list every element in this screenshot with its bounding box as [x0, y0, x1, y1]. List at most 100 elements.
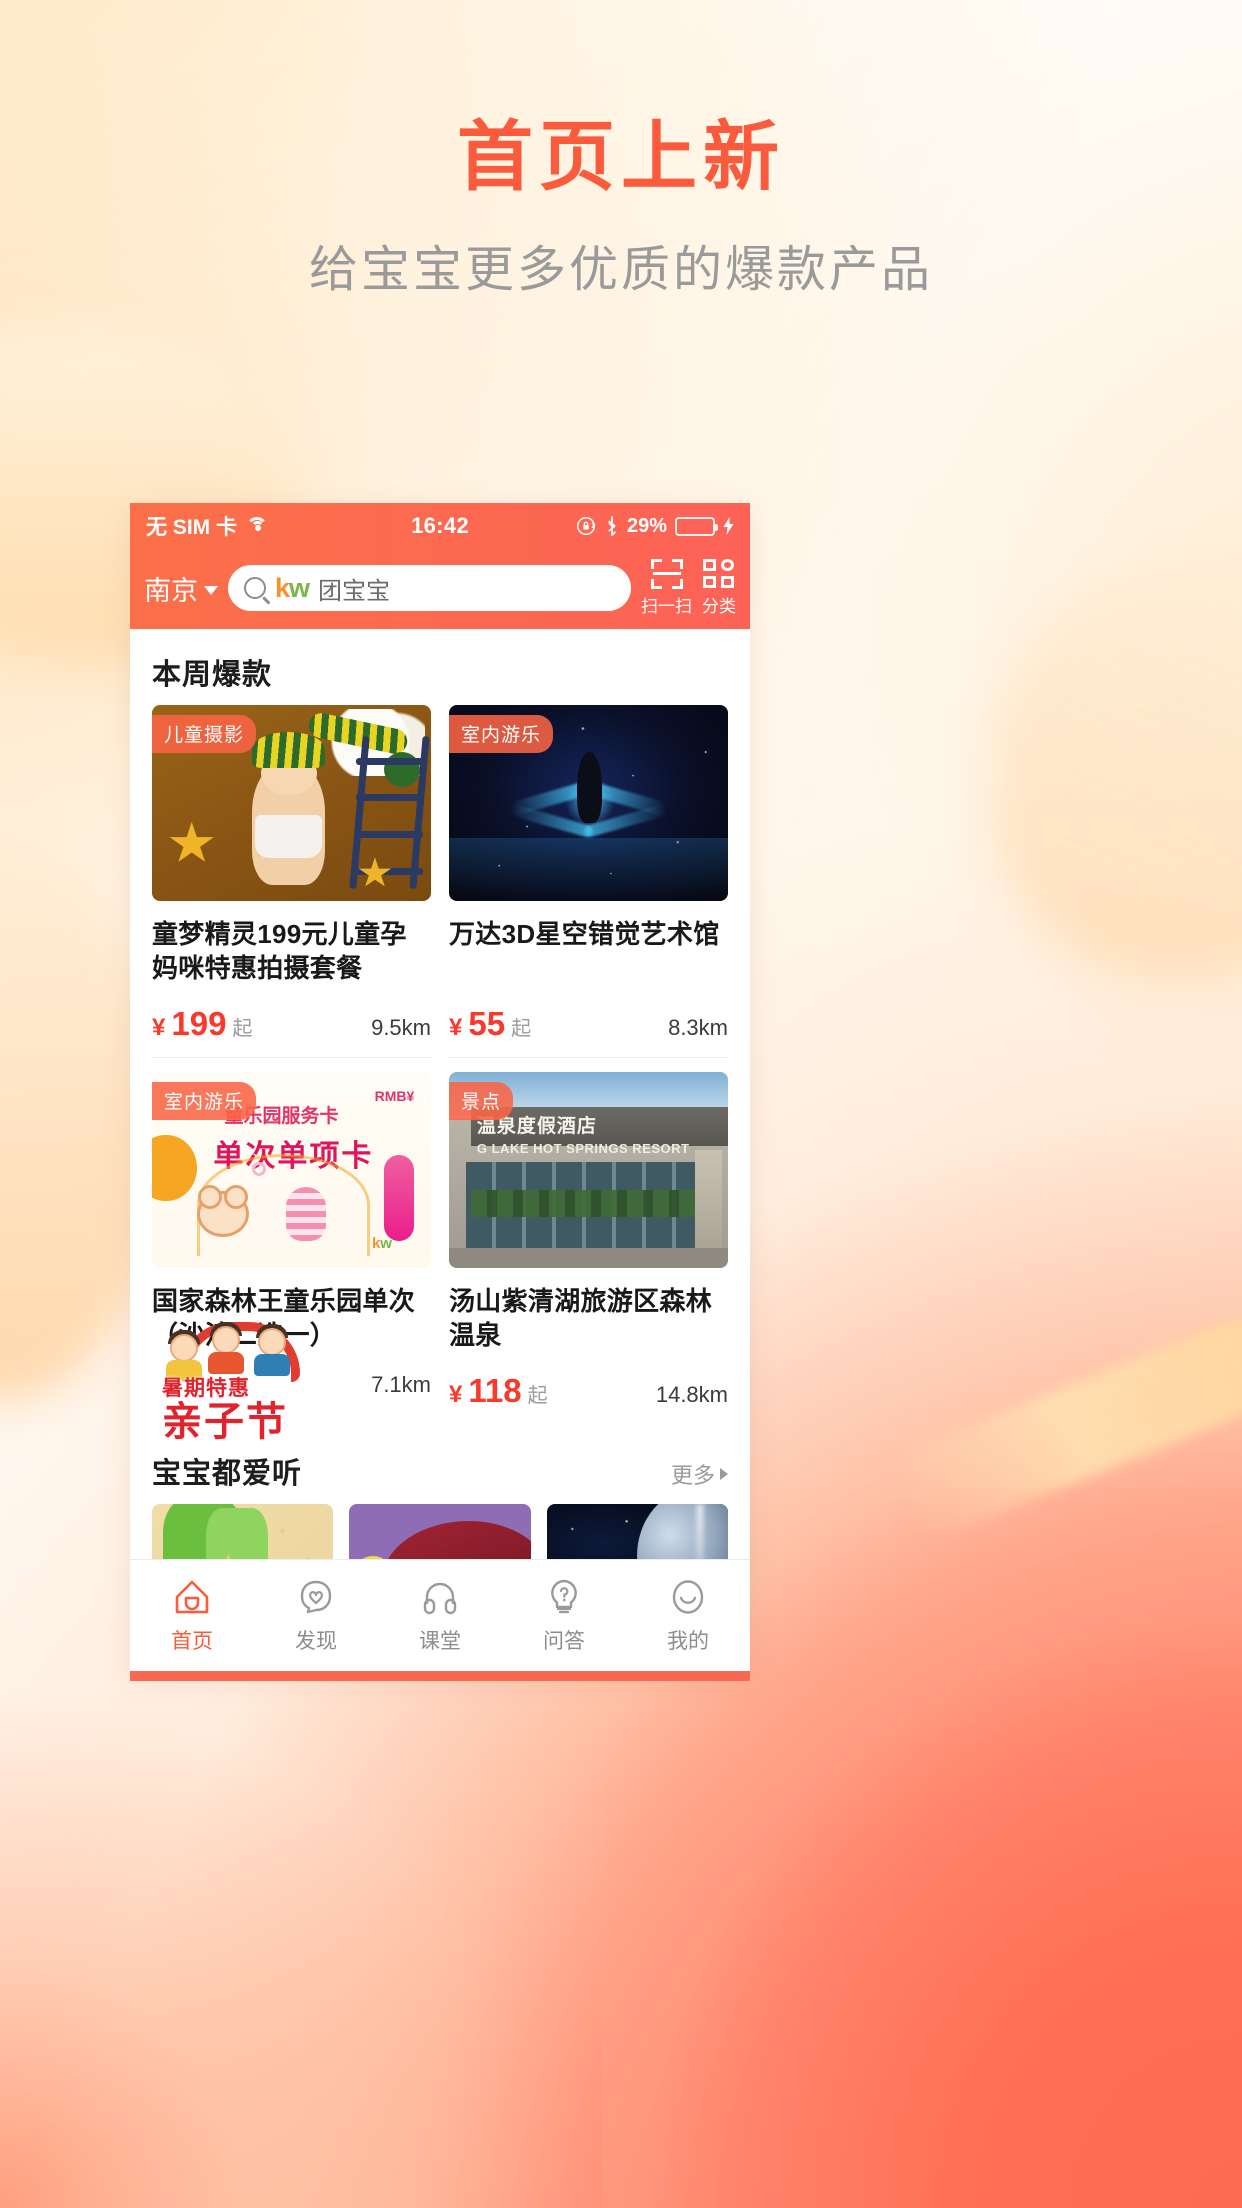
price-suffix: 起	[511, 1018, 532, 1040]
section-more-label: 更多	[670, 1463, 715, 1488]
product-badge: 景点	[449, 1082, 514, 1120]
tab-classroom-label: 课堂	[419, 1629, 461, 1653]
brand-letter-k: k	[275, 572, 290, 603]
rotation-lock-icon	[576, 517, 596, 535]
category-button-label: 分类	[702, 597, 736, 616]
decor-baby-hat	[252, 732, 325, 768]
product-price: ¥ 55 起	[449, 1005, 531, 1043]
battery-icon	[675, 516, 718, 536]
product-distance: 8.3km	[668, 1015, 728, 1040]
price-suffix: 起	[232, 1018, 253, 1040]
promo-title: 首页上新	[457, 115, 785, 200]
status-bar-clock: 16:42	[411, 513, 469, 538]
product-thumbnail[interactable]: 室内游乐 RMB¥ 童乐园服务卡 单次单项卡 kw	[152, 1072, 431, 1268]
app-header: 南京 kw 团宝宝 扫一扫 分类	[130, 549, 750, 629]
kw-brand-logo-small: kw	[372, 1235, 392, 1252]
heart-bubble-icon	[300, 1580, 332, 1613]
product-badge: 室内游乐	[449, 715, 554, 753]
price-value: 199	[171, 1005, 227, 1042]
tab-discover[interactable]: 发现	[254, 1577, 378, 1655]
product-card[interactable]: 室内游乐 RMB¥ 童乐园服务卡 单次单项卡 kw 国家森林王童乐园单次（沙池二…	[152, 1072, 431, 1442]
product-price: ¥ 199 起	[152, 1005, 252, 1043]
hotel-sign-english: G LAKE HOT SPRINGS RESORT	[476, 1140, 690, 1156]
background-corner-bottom-left	[0, 1648, 520, 2208]
product-card[interactable]: 室内游乐 万达3D星空错觉艺术馆 ¥ 55 起 8.3km	[449, 705, 728, 1058]
decor-yellow-curve	[152, 1134, 197, 1202]
product-price: ¥ 118 起	[449, 1372, 548, 1410]
product-grid-hot: 儿童摄影 童梦精灵199元儿童孕妈咪特惠拍摄套餐 ¥ 199 起 9.5km 室…	[130, 705, 750, 1442]
chevron-down-icon	[204, 585, 218, 595]
bottom-tab-bar: 首页 发现 课堂 问答 我的	[130, 1559, 750, 1671]
section-header-audio: 宝宝都爱听 更多	[130, 1424, 750, 1504]
tab-discover-label: 发现	[295, 1629, 337, 1653]
product-title: 汤山紫清湖旅游区森林温泉	[449, 1286, 713, 1351]
currency-symbol: ¥	[449, 1014, 463, 1041]
decor-greenery	[471, 1189, 717, 1218]
status-bar-right: 29%	[469, 515, 734, 538]
product-card[interactable]: 儿童摄影 童梦精灵199元儿童孕妈咪特惠拍摄套餐 ¥ 199 起 9.5km	[152, 705, 431, 1058]
search-input[interactable]: kw 团宝宝	[228, 565, 631, 611]
tab-mine[interactable]: 我的	[626, 1577, 750, 1655]
price-value: 118	[468, 1372, 522, 1409]
tab-mine-label: 我的	[667, 1629, 709, 1653]
status-bar: 无 SIM 卡 16:42 29%	[130, 503, 750, 549]
triangle-right-icon	[720, 1468, 728, 1480]
scan-qr-icon	[650, 559, 683, 589]
decor-pink-shape	[384, 1154, 415, 1241]
category-button[interactable]: 分类	[702, 559, 736, 617]
tab-home[interactable]: 首页	[130, 1577, 254, 1655]
decor-figure-silhouette	[577, 752, 603, 823]
section-more-button[interactable]: 更多	[671, 1458, 728, 1490]
tab-classroom[interactable]: 课堂	[378, 1577, 502, 1655]
brand-letter-w: w	[289, 572, 310, 603]
tab-qa-label: 问答	[543, 1629, 585, 1653]
grid-category-icon	[703, 559, 735, 589]
promo-subtitle: 给宝宝更多优质的爆款产品	[308, 242, 933, 297]
scan-button[interactable]: 扫一扫	[641, 559, 692, 617]
search-placeholder-text: 团宝宝	[318, 577, 391, 605]
status-bar-left: 无 SIM 卡	[146, 511, 411, 541]
decor-reflection	[449, 838, 728, 901]
section-header-hot: 本周爆款	[130, 629, 750, 705]
section-title-audio: 宝宝都爱听	[152, 1458, 303, 1490]
city-label: 南京	[144, 575, 198, 606]
product-thumbnail[interactable]: 儿童摄影	[152, 705, 431, 901]
product-meta: 7.1km	[152, 1372, 431, 1398]
product-card[interactable]: 温泉度假酒店 G LAKE HOT SPRINGS RESORT 景点 汤山紫清…	[449, 1072, 728, 1424]
decor-baby-diaper	[255, 814, 323, 858]
bluetooth-icon	[608, 516, 616, 536]
product-thumbnail[interactable]: 室内游乐	[449, 705, 728, 901]
product-meta: ¥ 55 起 8.3km	[449, 1005, 728, 1043]
price-value: 55	[468, 1005, 506, 1042]
product-title: 童梦精灵199元儿童孕妈咪特惠拍摄套餐	[152, 919, 407, 984]
scan-button-label: 扫一扫	[641, 597, 692, 616]
product-meta: ¥ 199 起 9.5km	[152, 1005, 431, 1043]
product-distance: 9.5km	[371, 1015, 431, 1040]
city-selector[interactable]: 南京	[144, 569, 218, 608]
product-title: 万达3D星空错觉艺术馆	[449, 919, 720, 949]
product-meta: ¥ 118 起 14.8km	[449, 1372, 728, 1410]
decor-ladder	[349, 736, 430, 890]
product-thumbnail[interactable]: 温泉度假酒店 G LAKE HOT SPRINGS RESORT 景点	[449, 1072, 728, 1268]
carrier-label: 无 SIM 卡	[146, 516, 238, 539]
decor-pig	[285, 1186, 326, 1241]
wifi-icon	[245, 517, 269, 535]
background-blob-right-upper	[992, 560, 1242, 980]
section-title-hot: 本周爆款	[152, 659, 273, 691]
currency-symbol: ¥	[449, 1381, 463, 1408]
product-badge: 室内游乐	[152, 1082, 257, 1120]
product-distance: 7.1km	[371, 1372, 431, 1397]
phone-screenshot: 无 SIM 卡 16:42 29% 南京 kw 团宝宝 扫一扫 分类 本周爆款 …	[130, 503, 750, 1671]
lightbulb-question-icon	[551, 1579, 577, 1613]
brand-letter-w: w	[380, 1235, 392, 1253]
product-badge: 儿童摄影	[152, 715, 257, 753]
smiley-face-icon	[672, 1579, 704, 1614]
headphones-icon	[423, 1582, 457, 1614]
battery-percent-label: 29%	[626, 514, 667, 537]
currency-symbol: ¥	[152, 1014, 166, 1041]
decor-bear	[196, 1184, 249, 1237]
price-suffix: 起	[527, 1385, 548, 1407]
promo-heading: 首页上新 给宝宝更多优质的爆款产品	[0, 116, 1242, 301]
tab-qa[interactable]: 问答	[502, 1577, 626, 1655]
app-content-scroll[interactable]: 本周爆款 儿童摄影 童梦精灵199元儿童孕妈咪特惠拍摄套餐 ¥ 199 起 9.…	[130, 629, 750, 1571]
